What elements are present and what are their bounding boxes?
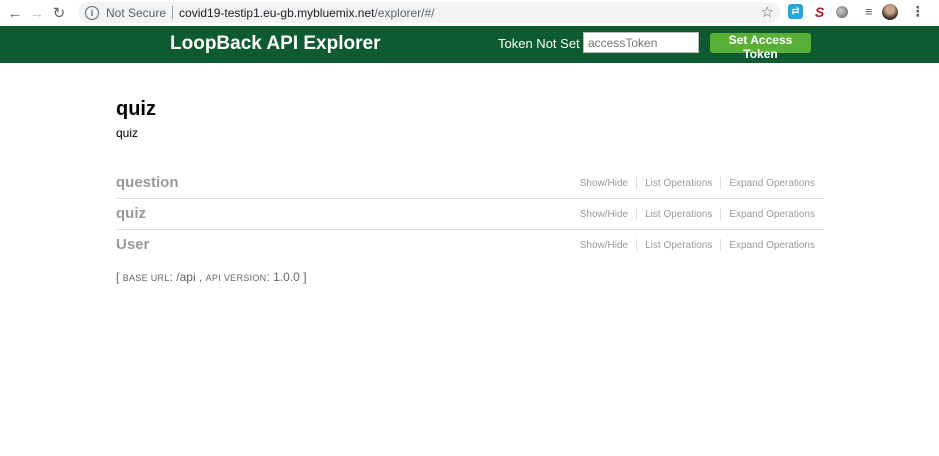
divider (720, 177, 722, 189)
resource-operations: Show/Hide List Operations Expand Operati… (580, 177, 815, 189)
api-description: quiz (116, 126, 139, 140)
app-header: LoopBack API Explorer Token Not Set Set … (0, 26, 939, 63)
profile-avatar[interactable] (881, 3, 898, 20)
divider (636, 208, 638, 220)
expand-operations-link[interactable]: Expand Operations (729, 240, 815, 251)
translate-extension-icon[interactable]: ⇄ (788, 4, 803, 19)
list-operations-link[interactable]: List Operations (645, 240, 712, 251)
access-token-input[interactable] (583, 32, 699, 53)
circle-extension-icon[interactable] (836, 5, 848, 18)
app-title: LoopBack API Explorer (170, 33, 381, 54)
api-base-info: [ BASE URL: /api , API VERSION: 1.0.0 ] (116, 270, 307, 284)
resource-name[interactable]: User (116, 236, 149, 253)
forward-arrow-icon[interactable]: → (26, 2, 48, 24)
resource-list: question Show/Hide List Operations Expan… (116, 168, 824, 260)
extensions-area: ⇄ S ≡ ⋮ (788, 3, 925, 20)
resource-question: question Show/Hide List Operations Expan… (116, 168, 824, 199)
resource-name[interactable]: quiz (116, 205, 146, 222)
bookmark-star-icon[interactable]: ☆ (761, 3, 774, 21)
address-bar[interactable]: i Not Secure covid19-testip1.eu-gb.myblu… (78, 2, 780, 23)
divider (636, 239, 638, 251)
media-list-icon[interactable]: ≡ (865, 4, 873, 19)
reload-icon[interactable]: ↻ (48, 2, 70, 24)
show-hide-link[interactable]: Show/Hide (580, 209, 628, 220)
open-bracket: [ (116, 270, 120, 284)
set-access-token-button[interactable]: Set Access Token (710, 33, 811, 61)
s-extension-icon[interactable]: S (812, 4, 827, 20)
resource-name[interactable]: question (116, 174, 179, 191)
divider (720, 208, 722, 220)
expand-operations-link[interactable]: Expand Operations (729, 178, 815, 189)
resource-user: User Show/Hide List Operations Expand Op… (116, 230, 824, 260)
resource-quiz: quiz Show/Hide List Operations Expand Op… (116, 199, 824, 230)
divider (720, 239, 722, 251)
list-operations-link[interactable]: List Operations (645, 178, 712, 189)
info-icon[interactable]: i (85, 5, 99, 20)
browser-menu-icon[interactable]: ⋮ (911, 3, 925, 20)
base-url-value: /api (176, 270, 196, 284)
url-path: /explorer/#/ (374, 5, 435, 20)
base-url-label: BASE URL (122, 273, 170, 283)
security-status: Not Secure (106, 5, 167, 20)
resource-operations: Show/Hide List Operations Expand Operati… (580, 208, 815, 220)
divider (636, 177, 638, 189)
api-title: quiz (116, 98, 156, 120)
address-separator (172, 6, 174, 19)
browser-toolbar: ← → ↻ i Not Secure covid19-testip1.eu-gb… (0, 0, 939, 26)
show-hide-link[interactable]: Show/Hide (580, 178, 628, 189)
resource-operations: Show/Hide List Operations Expand Operati… (580, 239, 815, 251)
show-hide-link[interactable]: Show/Hide (580, 240, 628, 251)
api-version-label: API VERSION (205, 273, 267, 283)
expand-operations-link[interactable]: Expand Operations (729, 209, 815, 220)
token-status: Token Not Set (498, 36, 580, 51)
api-version-value: 1.0.0 (273, 270, 300, 284)
close-bracket: ] (303, 270, 307, 284)
back-arrow-icon[interactable]: ← (4, 2, 26, 24)
list-operations-link[interactable]: List Operations (645, 209, 712, 220)
url-host: covid19-testip1.eu-gb.mybluemix.net (179, 5, 375, 20)
